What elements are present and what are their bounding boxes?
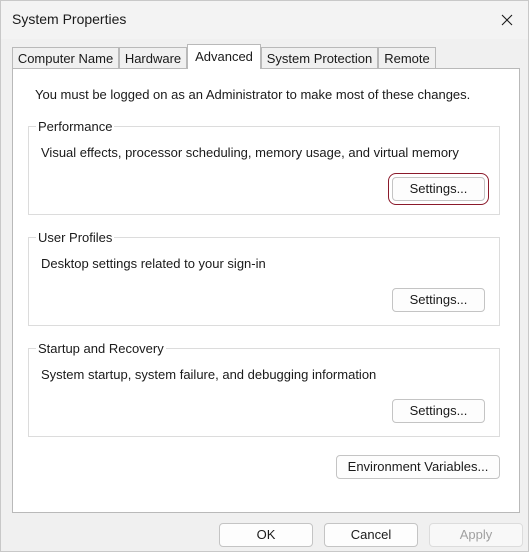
performance-group: Performance Visual effects, processor sc…: [28, 119, 500, 215]
tab-strip: Computer Name Hardware Advanced System P…: [12, 44, 520, 69]
cancel-button[interactable]: Cancel: [324, 523, 418, 547]
user-profiles-description: Desktop settings related to your sign-in: [41, 256, 266, 271]
title-bar: System Properties: [1, 1, 528, 39]
startup-recovery-settings-button[interactable]: Settings...: [392, 399, 485, 423]
close-icon: [501, 14, 513, 26]
advanced-tab-panel: You must be logged on as an Administrato…: [12, 68, 520, 513]
environment-variables-button[interactable]: Environment Variables...: [336, 455, 500, 479]
tab-hardware[interactable]: Hardware: [119, 47, 187, 68]
tab-computer-name[interactable]: Computer Name: [12, 47, 119, 68]
user-profiles-group-label: User Profiles: [36, 230, 115, 245]
startup-recovery-description: System startup, system failure, and debu…: [41, 367, 377, 382]
startup-recovery-group: Startup and Recovery System startup, sys…: [28, 341, 500, 437]
apply-button[interactable]: Apply: [429, 523, 523, 547]
performance-description: Visual effects, processor scheduling, me…: [41, 145, 459, 160]
tab-remote[interactable]: Remote: [378, 47, 436, 68]
ok-button[interactable]: OK: [219, 523, 313, 547]
window-title: System Properties: [12, 11, 127, 27]
dialog-footer: OK Cancel Apply: [1, 513, 528, 553]
system-properties-window: System Properties Computer Name Hardware…: [0, 0, 529, 552]
user-profiles-settings-button[interactable]: Settings...: [392, 288, 485, 312]
tab-system-protection[interactable]: System Protection: [261, 47, 378, 68]
performance-group-label: Performance: [36, 119, 115, 134]
tab-advanced[interactable]: Advanced: [187, 44, 261, 69]
close-button[interactable]: [486, 1, 528, 39]
user-profiles-group: User Profiles Desktop settings related t…: [28, 230, 500, 326]
admin-notice: You must be logged on as an Administrato…: [35, 87, 471, 102]
performance-settings-button[interactable]: Settings...: [388, 173, 489, 205]
startup-recovery-group-label: Startup and Recovery: [36, 341, 166, 356]
